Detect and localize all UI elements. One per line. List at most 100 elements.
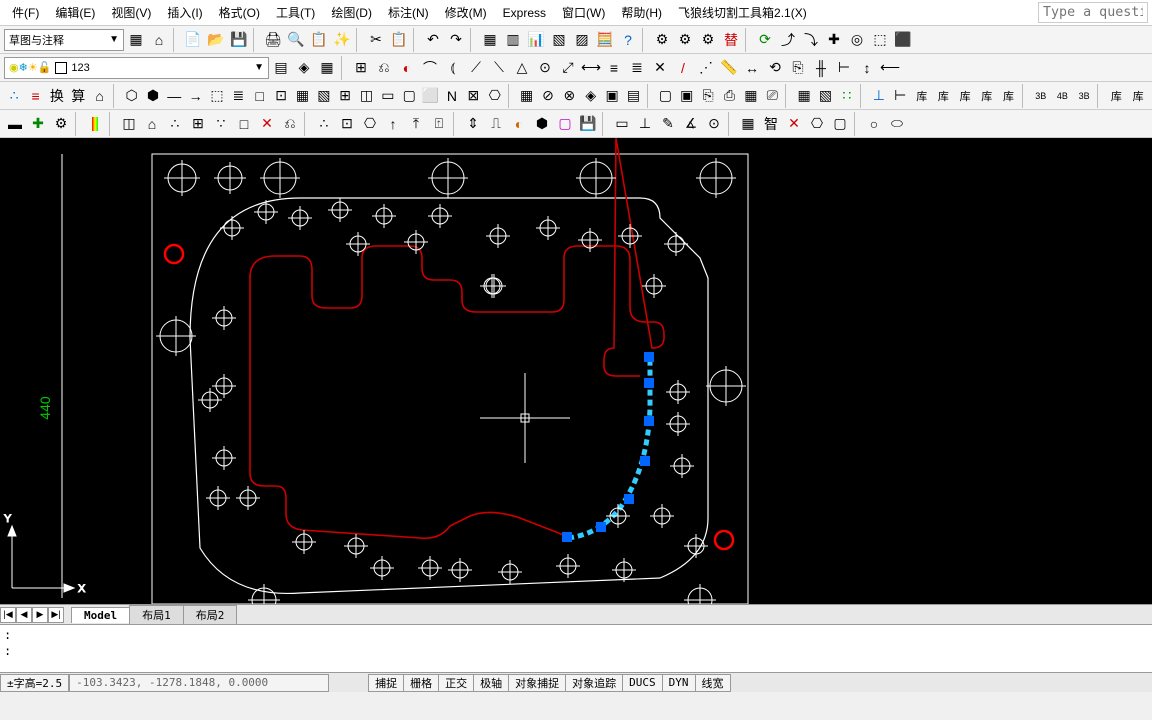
lib-btn[interactable]: 库 — [933, 85, 954, 107]
tb-btn[interactable]: ⊢ — [890, 85, 910, 107]
tb-btn[interactable]: ⊞ — [350, 57, 372, 79]
tb-btn[interactable]: □ — [250, 85, 270, 107]
tb-btn[interactable]: ⤵ — [800, 29, 822, 51]
tb-btn[interactable]: ▥ — [502, 29, 524, 51]
tb-btn[interactable]: ▦ — [516, 85, 536, 107]
tb-btn[interactable]: ⊗ — [559, 85, 579, 107]
lib-btn[interactable]: 库 — [976, 85, 997, 107]
ellipse-icon[interactable]: ⬭ — [886, 113, 908, 135]
redo-icon[interactable]: ↷ — [445, 29, 467, 51]
tb-btn[interactable]: ⎌ — [279, 113, 301, 135]
tb-btn[interactable]: ⟍ — [488, 57, 510, 79]
tb-btn[interactable]: ⊡ — [336, 113, 358, 135]
tb-btn[interactable]: ▦ — [316, 57, 338, 79]
tb-btn[interactable]: ⟵ — [879, 57, 901, 79]
toggle-dyn[interactable]: DYN — [662, 674, 696, 692]
tb-btn[interactable]: ⟷ — [580, 57, 602, 79]
menu-insert[interactable]: 插入(I) — [159, 1, 210, 24]
workspace-combo[interactable]: 草图与注释 ▼ — [4, 29, 124, 51]
tb-btn[interactable]: ⋰ — [695, 57, 717, 79]
tb-btn[interactable]: ⚙ — [651, 29, 673, 51]
tb-btn[interactable]: ∡ — [680, 113, 702, 135]
4b-btn[interactable]: 4B — [1052, 85, 1073, 107]
tb-btn[interactable]: ╫ — [810, 57, 832, 79]
tb-btn[interactable]: ▦ — [741, 85, 761, 107]
tb-btn[interactable]: ⤒ — [405, 113, 427, 135]
tb-btn[interactable]: ▧ — [314, 85, 334, 107]
tb-btn[interactable]: ▦ — [479, 29, 501, 51]
tb-btn[interactable]: ▧ — [548, 29, 570, 51]
tb-btn[interactable]: ▭ — [611, 113, 633, 135]
tb-btn[interactable]: ◈ — [581, 85, 601, 107]
tb-btn[interactable]: ◐ — [396, 57, 418, 79]
tb-btn[interactable]: ▣ — [602, 85, 622, 107]
tb-btn[interactable]: ⤢ — [557, 57, 579, 79]
toggle-ortho[interactable]: 正交 — [438, 674, 474, 692]
tb-btn[interactable]: ✨ — [331, 29, 353, 51]
tb-btn[interactable]: ⊙ — [534, 57, 556, 79]
tb-btn[interactable]: ↕ — [856, 57, 878, 79]
tb-btn[interactable]: ∵ — [210, 113, 232, 135]
tb-btn[interactable]: ⬛ — [892, 29, 914, 51]
tb-btn[interactable]: △ — [511, 57, 533, 79]
tb-btn[interactable]: N — [442, 85, 462, 107]
tab-prev-button[interactable]: ◀ — [16, 607, 32, 623]
save-icon[interactable]: 💾 — [577, 113, 599, 135]
tb-btn[interactable]: □ — [233, 113, 255, 135]
lib-btn[interactable]: 库 — [1128, 85, 1149, 107]
tb-btn[interactable]: ⚙ — [697, 29, 719, 51]
tb-btn[interactable]: ⊘ — [538, 85, 558, 107]
tb-btn[interactable]: ✕ — [783, 113, 805, 135]
tb-btn[interactable]: ⤴ — [777, 29, 799, 51]
tb-btn[interactable]: ▦ — [794, 85, 814, 107]
measure-icon[interactable]: 📏 — [718, 57, 740, 79]
tb-btn[interactable]: ↔ — [741, 57, 763, 79]
toggle-ducs[interactable]: DUCS — [622, 674, 663, 692]
tb-btn[interactable]: ⬡ — [121, 85, 141, 107]
menu-dimension[interactable]: 标注(N) — [380, 1, 437, 24]
tb-btn[interactable]: ⬢ — [143, 85, 163, 107]
tb-btn[interactable]: — — [164, 85, 184, 107]
menu-plugin[interactable]: 飞狼线切割工具箱2.1(X) — [670, 1, 815, 24]
cut-icon[interactable]: ✂ — [365, 29, 387, 51]
tb-btn[interactable]: → — [185, 85, 205, 107]
tab-last-button[interactable]: ▶| — [48, 607, 64, 623]
tb-btn[interactable]: ◐ — [508, 113, 530, 135]
tb-btn[interactable]: ⟲ — [764, 57, 786, 79]
tb-btn[interactable]: ∴ — [164, 113, 186, 135]
toggle-osnap[interactable]: 对象捕捉 — [508, 674, 566, 692]
layer-combo[interactable]: ◉ ❄ ☀ 🔓 123 ▼ — [4, 57, 269, 79]
line-icon[interactable]: / — [672, 57, 694, 79]
tb-btn[interactable]: ▢ — [399, 85, 419, 107]
tb-btn[interactable]: 智 — [760, 113, 782, 135]
3b-btn[interactable]: 3B — [1030, 85, 1051, 107]
tb-btn[interactable]: ⎍ — [485, 113, 507, 135]
tb-btn[interactable]: ≡ — [603, 57, 625, 79]
tb-btn[interactable]: ⎔ — [485, 85, 505, 107]
drawing-canvas[interactable]: 440 Y X — [0, 138, 1152, 604]
tb-btn[interactable]: ⬜ — [420, 85, 440, 107]
tb-btn[interactable]: ⊞ — [335, 85, 355, 107]
tb-btn[interactable]: ▬ — [4, 113, 26, 135]
new-icon[interactable]: 📄 — [182, 29, 204, 51]
tb-btn[interactable]: ⎌ — [373, 57, 395, 79]
menu-view[interactable]: 视图(V) — [103, 1, 159, 24]
circle-icon[interactable]: ○ — [863, 113, 885, 135]
toggle-grid[interactable]: 栅格 — [403, 674, 439, 692]
tb-btn[interactable]: ⊙ — [703, 113, 725, 135]
toggle-lwt[interactable]: 线宽 — [695, 674, 731, 692]
tab-layout1[interactable]: 布局1 — [129, 605, 184, 624]
lib-btn[interactable]: 库 — [1106, 85, 1127, 107]
tab-model[interactable]: Model — [71, 607, 130, 623]
tb-btn[interactable] — [84, 113, 106, 135]
tb-btn[interactable]: ▢ — [829, 113, 851, 135]
tb-btn[interactable]: 换 — [47, 85, 67, 107]
lib-btn[interactable]: 库 — [998, 85, 1019, 107]
tb-btn[interactable]: ✚ — [823, 29, 845, 51]
tb-btn[interactable]: ✕ — [649, 57, 671, 79]
tab-layout2[interactable]: 布局2 — [183, 605, 238, 624]
tb-btn[interactable]: ⎙ — [719, 85, 739, 107]
tb-btn[interactable]: ▨ — [571, 29, 593, 51]
tb-btn[interactable]: ✕ — [256, 113, 278, 135]
save-icon[interactable]: 💾 — [228, 29, 250, 51]
